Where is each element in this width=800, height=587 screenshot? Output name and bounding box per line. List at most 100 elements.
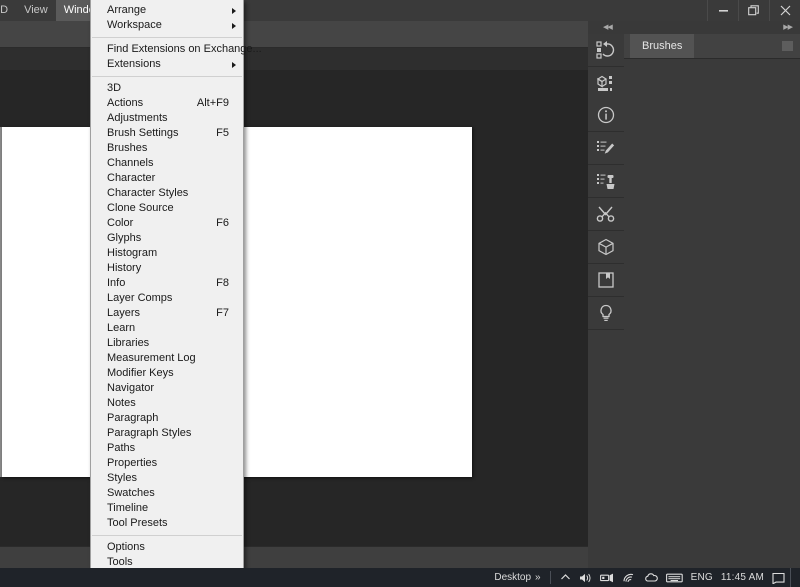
menu-item-swatches[interactable]: Swatches (91, 486, 243, 501)
menu-item-timeline[interactable]: Timeline (91, 501, 243, 516)
volume-icon[interactable] (575, 568, 596, 587)
wifi-icon[interactable] (618, 568, 640, 587)
rail-group-3 (588, 132, 624, 165)
menu-item-find-extensions-on-exchange[interactable]: Find Extensions on Exchange... (91, 42, 243, 57)
menu-item-arrange[interactable]: Arrange (91, 3, 243, 18)
menu-item-adjustments[interactable]: Adjustments (91, 111, 243, 126)
menu-item-modifier-keys[interactable]: Modifier Keys (91, 366, 243, 381)
menu-item-histogram[interactable]: Histogram (91, 246, 243, 261)
menu-3d-label: 3D (0, 0, 8, 21)
menu-item-character[interactable]: Character (91, 171, 243, 186)
menu-item-label: Paragraph Styles (107, 426, 237, 441)
rail-group-5 (588, 198, 624, 231)
menu-item-options[interactable]: Options (91, 540, 243, 555)
system-tray: Desktop » (494, 568, 800, 587)
menu-item-actions[interactable]: ActionsAlt+F9 (91, 96, 243, 111)
menu-item-label: Find Extensions on Exchange... (107, 42, 262, 57)
menu-item-3d[interactable]: 3D (91, 81, 243, 96)
learn-icon[interactable] (588, 297, 624, 329)
minimize-button[interactable] (707, 0, 738, 21)
menu-item-brushes[interactable]: Brushes (91, 141, 243, 156)
menu-view-label: View (24, 0, 48, 21)
menu-item-shortcut: F7 (216, 306, 237, 321)
network-icon[interactable] (596, 568, 618, 587)
menu-view[interactable]: View (16, 0, 56, 21)
brushes-panel-body[interactable] (624, 59, 800, 568)
history-actions-icon[interactable] (588, 34, 624, 66)
window-controls (707, 0, 800, 21)
menu-item-tool-presets[interactable]: Tool Presets (91, 516, 243, 531)
menu-item-shortcut: F6 (216, 216, 237, 231)
menu-item-extensions[interactable]: Extensions (91, 57, 243, 72)
menu-item-label: Notes (107, 396, 237, 411)
panel-area: Brushes (624, 34, 800, 568)
menu-item-clone-source[interactable]: Clone Source (91, 201, 243, 216)
menu-item-character-styles[interactable]: Character Styles (91, 186, 243, 201)
menu-item-notes[interactable]: Notes (91, 396, 243, 411)
menu-item-label: Measurement Log (107, 351, 237, 366)
restore-button[interactable] (738, 0, 769, 21)
tab-brushes[interactable]: Brushes (630, 34, 694, 58)
canvas-stage[interactable] (0, 70, 588, 546)
menu-item-brush-settings[interactable]: Brush SettingsF5 (91, 126, 243, 141)
menu-item-info[interactable]: InfoF8 (91, 276, 243, 291)
collapse-left-icon[interactable]: ◀◀ (603, 24, 612, 31)
menu-item-label: Extensions (107, 57, 237, 72)
panel-tab-bar: Brushes (624, 34, 800, 59)
menu-item-label: Learn (107, 321, 237, 336)
document-status-bar (0, 546, 588, 569)
menu-item-channels[interactable]: Channels (91, 156, 243, 171)
menu-item-label: Options (107, 540, 237, 555)
show-hidden-icons-chevron[interactable] (556, 568, 575, 587)
menu-item-history[interactable]: History (91, 261, 243, 276)
screen: ◀◀ ▶▶ (0, 0, 800, 587)
keyboard-icon[interactable] (662, 568, 687, 587)
menu-item-measurement-log[interactable]: Measurement Log (91, 351, 243, 366)
taskbar-desktop-label[interactable]: Desktop (494, 572, 531, 583)
menu-item-navigator[interactable]: Navigator (91, 381, 243, 396)
menu-separator (92, 535, 242, 536)
menu-item-styles[interactable]: Styles (91, 471, 243, 486)
menu-item-label: Swatches (107, 486, 237, 501)
taskbar-clock[interactable]: 11:45 AM (717, 568, 768, 587)
menu-3d[interactable]: 3D (0, 0, 16, 21)
show-desktop-button[interactable] (790, 568, 798, 587)
menu-item-workspace[interactable]: Workspace (91, 18, 243, 33)
info-icon[interactable] (588, 99, 624, 131)
libraries-icon[interactable] (588, 67, 624, 99)
menu-item-paragraph[interactable]: Paragraph (91, 411, 243, 426)
taskbar-overflow-icon[interactable]: » (531, 568, 545, 587)
menu-item-label: 3D (107, 81, 237, 96)
menu-item-label: Properties (107, 456, 237, 471)
menu-item-layer-comps[interactable]: Layer Comps (91, 291, 243, 306)
submenu-arrow-icon (232, 8, 236, 14)
brush-settings-icon[interactable] (588, 132, 624, 164)
menu-separator (92, 76, 242, 77)
close-button[interactable] (769, 0, 800, 21)
dock-collapse-bar[interactable]: ◀◀ ▶▶ (588, 21, 800, 35)
menu-item-glyphs[interactable]: Glyphs (91, 231, 243, 246)
clone-source-icon[interactable] (588, 165, 624, 197)
menu-item-shortcut: F5 (216, 126, 237, 141)
tool-presets-icon[interactable] (588, 198, 624, 230)
onedrive-icon[interactable] (640, 568, 662, 587)
menu-item-layers[interactable]: LayersF7 (91, 306, 243, 321)
menu-item-label: Arrange (107, 3, 237, 18)
layer-comps-icon[interactable] (588, 264, 624, 296)
expand-right-icon[interactable]: ▶▶ (783, 24, 792, 31)
menu-item-label: Timeline (107, 501, 237, 516)
menu-item-color[interactable]: ColorF6 (91, 216, 243, 231)
menu-item-learn[interactable]: Learn (91, 321, 243, 336)
language-indicator[interactable]: ENG (687, 568, 717, 587)
menu-item-libraries[interactable]: Libraries (91, 336, 243, 351)
action-center-icon[interactable] (768, 568, 790, 587)
3d-icon[interactable] (588, 231, 624, 263)
menu-item-paragraph-styles[interactable]: Paragraph Styles (91, 426, 243, 441)
window-menu-dropdown[interactable]: ArrangeWorkspace Find Extensions on Excha… (90, 0, 244, 587)
menu-item-label: Brushes (107, 141, 237, 156)
menu-item-paths[interactable]: Paths (91, 441, 243, 456)
panel-menu-icon[interactable] (782, 41, 793, 51)
menu-item-label: Adjustments (107, 111, 237, 126)
menu-item-properties[interactable]: Properties (91, 456, 243, 471)
rail-group-4 (588, 165, 624, 198)
